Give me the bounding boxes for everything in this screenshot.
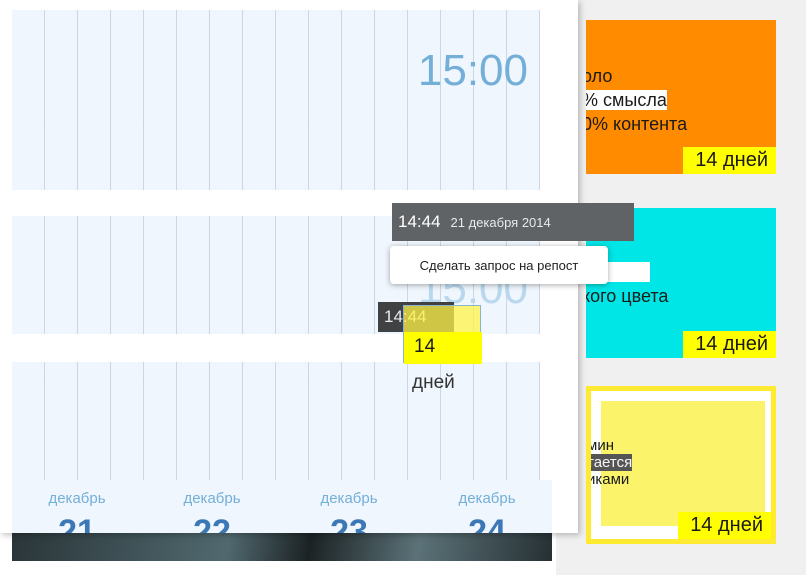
date-month: декабрь: [458, 490, 516, 507]
post-line: оло: [586, 66, 613, 86]
post-days-badge: 14 дней: [683, 147, 776, 174]
post-days-badge: 14 дней: [683, 331, 776, 358]
date-day: 21: [58, 513, 96, 533]
date-column[interactable]: декабрь 23: [299, 490, 399, 533]
date-month: декабрь: [320, 490, 378, 507]
post-line: кого цвета: [586, 286, 669, 306]
date-column[interactable]: декабрь 21: [27, 490, 127, 533]
date-month: декабрь: [183, 490, 241, 507]
post-line: мин: [587, 437, 614, 454]
slot-time: 15:00: [417, 46, 528, 95]
date-day: 22: [193, 513, 231, 533]
tooltip-time: 14:44: [398, 212, 441, 231]
time-slot[interactable]: [12, 362, 540, 480]
drag-days-word: дней: [412, 372, 455, 393]
post-card[interactable]: оло % смысла 0% контента 14 дней: [586, 20, 776, 174]
date-day: 24: [468, 513, 506, 533]
post-days-badge: 14 дней: [678, 512, 771, 539]
post-line: 0% контента: [586, 114, 688, 134]
drag-days-number: 14: [404, 332, 482, 364]
date-row: декабрь 21 декабрь 22 декабрь 23 декабрь…: [12, 480, 552, 533]
date-day: 23: [330, 513, 368, 533]
post-line: иками: [587, 471, 630, 488]
tooltip-date: 21 декабря 2014: [450, 214, 551, 230]
time-slot[interactable]: 15:00: [12, 10, 540, 190]
date-column[interactable]: декабрь 22: [162, 490, 262, 533]
post-line: тается: [587, 454, 633, 471]
date-column[interactable]: декабрь 24: [437, 490, 537, 533]
post-line: % смысла: [586, 90, 667, 110]
post-text: оло % смысла 0% контента: [586, 64, 687, 136]
time-tooltip: 14:44 21 декабря 2014: [392, 203, 634, 241]
repost-request-button[interactable]: Сделать запрос на репост: [390, 246, 608, 284]
date-month: декабрь: [48, 490, 106, 507]
post-card-selected[interactable]: мин тается иками 14 дней: [586, 386, 776, 544]
post-text: мин тается иками: [587, 437, 633, 488]
post-photo-preview: [12, 533, 552, 561]
